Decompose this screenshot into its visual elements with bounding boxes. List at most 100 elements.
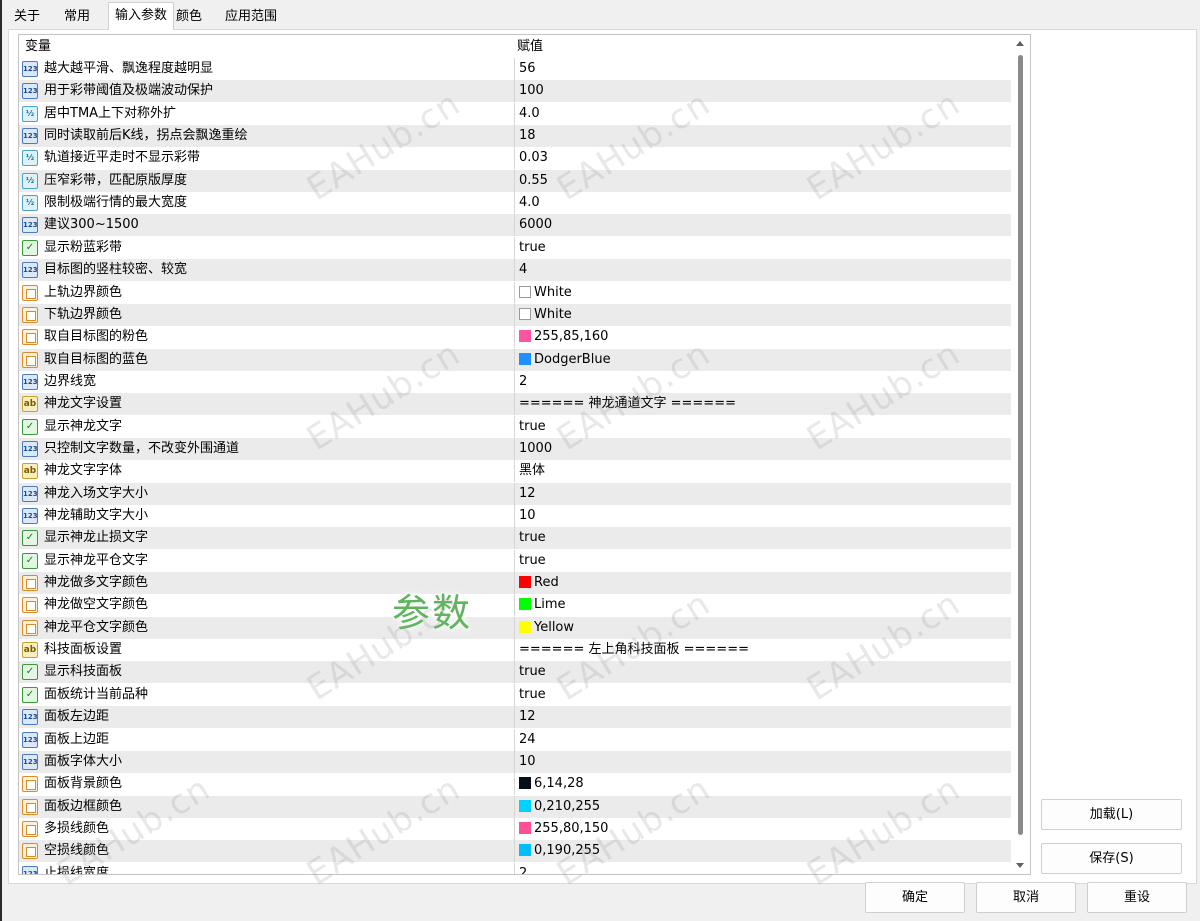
- table-row[interactable]: ab 神龙文字设置 ====== 神龙通道文字 ======: [19, 393, 1011, 416]
- row-value-cell[interactable]: true: [515, 237, 1011, 259]
- table-row[interactable]: 上轨边界颜色 White: [19, 281, 1011, 304]
- table-row[interactable]: ½ 压窄彩带，匹配原版厚度 0.55: [19, 169, 1011, 192]
- row-value-cell[interactable]: 6,14,28: [515, 773, 1011, 795]
- row-value-text: true: [519, 418, 546, 434]
- row-value-cell[interactable]: 黑体: [515, 460, 1011, 482]
- table-row[interactable]: 123 止损线宽度 2: [19, 862, 1011, 874]
- row-value-cell[interactable]: Red: [515, 572, 1011, 594]
- table-row[interactable]: 面板背景颜色 6,14,28: [19, 773, 1011, 796]
- row-variable-label: 显示粉蓝彩带: [44, 239, 123, 255]
- row-value-cell[interactable]: true: [515, 550, 1011, 572]
- boolean-type-icon: ✓: [22, 686, 38, 703]
- table-row[interactable]: ✓ 显示神龙文字 true: [19, 415, 1011, 438]
- table-row[interactable]: 123 目标图的竖柱较密、较宽 4: [19, 259, 1011, 282]
- tab-common[interactable]: 常用: [58, 6, 96, 28]
- row-value-cell[interactable]: 56: [515, 58, 1011, 80]
- row-value-cell[interactable]: 4.0: [515, 192, 1011, 214]
- table-row[interactable]: 空损线颜色 0,190,255: [19, 840, 1011, 863]
- row-value-cell[interactable]: 6000: [515, 214, 1011, 236]
- table-row[interactable]: ✓ 显示神龙平仓文字 true: [19, 549, 1011, 572]
- row-value-cell[interactable]: 2: [515, 863, 1011, 874]
- table-row[interactable]: ab 科技面板设置 ====== 左上角科技面板 ======: [19, 639, 1011, 662]
- row-value-cell[interactable]: DodgerBlue: [515, 349, 1011, 371]
- row-variable-cell: 下轨边界颜色: [19, 303, 515, 326]
- table-row[interactable]: ✓ 显示科技面板 true: [19, 661, 1011, 684]
- table-row[interactable]: ½ 轨道接近平走时不显示彩带 0.03: [19, 147, 1011, 170]
- row-value-cell[interactable]: 18: [515, 125, 1011, 147]
- table-row[interactable]: ½ 居中TMA上下对称外扩 4.0: [19, 102, 1011, 125]
- table-row[interactable]: 123 建议300~1500 6000: [19, 214, 1011, 237]
- table-row[interactable]: 123 边界线宽 2: [19, 370, 1011, 393]
- scroll-up-arrow-icon[interactable]: [1016, 41, 1024, 46]
- table-row[interactable]: 123 神龙入场文字大小 12: [19, 482, 1011, 505]
- table-row[interactable]: 123 越大越平滑、飘逸程度越明显 56: [19, 58, 1011, 80]
- row-value-cell[interactable]: 0.55: [515, 170, 1011, 192]
- color-type-icon-inner: [26, 579, 36, 590]
- row-value-cell[interactable]: 0.03: [515, 147, 1011, 169]
- color-swatch: [519, 307, 531, 320]
- reset-button[interactable]: 重设: [1087, 882, 1187, 913]
- row-value-cell[interactable]: White: [515, 282, 1011, 304]
- row-value-cell[interactable]: 12: [515, 483, 1011, 505]
- row-value-cell[interactable]: true: [515, 684, 1011, 706]
- row-value-cell[interactable]: 2: [515, 371, 1011, 393]
- row-value-cell[interactable]: ====== 神龙通道文字 ======: [515, 393, 1011, 415]
- row-value-cell[interactable]: ====== 左上角科技面板 ======: [515, 639, 1011, 661]
- table-row[interactable]: 面板边框颜色 0,210,255: [19, 795, 1011, 818]
- color-swatch: [519, 598, 531, 611]
- table-row[interactable]: 123 面板上边距 24: [19, 728, 1011, 751]
- vertical-scrollbar[interactable]: [1011, 35, 1030, 874]
- table-row[interactable]: 123 面板左边距 12: [19, 706, 1011, 729]
- table-row[interactable]: 多损线颜色 255,80,150: [19, 817, 1011, 840]
- row-value-cell[interactable]: 0,190,255: [515, 840, 1011, 862]
- row-value-cell[interactable]: true: [515, 527, 1011, 549]
- column-header-variable[interactable]: 变量: [19, 35, 51, 58]
- scroll-down-arrow-icon[interactable]: [1016, 863, 1024, 868]
- table-row[interactable]: 神龙平仓文字颜色 Yellow: [19, 616, 1011, 639]
- table-row[interactable]: 123 用于彩带阈值及极端波动保护 100: [19, 80, 1011, 103]
- tab-colors[interactable]: 颜色: [170, 6, 208, 28]
- row-variable-cell: ab 神龙文字设置: [19, 393, 515, 416]
- table-row[interactable]: 123 面板字体大小 10: [19, 750, 1011, 773]
- table-row[interactable]: 取自目标图的蓝色 DodgerBlue: [19, 348, 1011, 371]
- row-value-cell[interactable]: White: [515, 304, 1011, 326]
- cancel-button[interactable]: 取消: [976, 882, 1076, 913]
- tab-about[interactable]: 关于: [8, 6, 46, 28]
- row-value-cell[interactable]: Lime: [515, 594, 1011, 616]
- table-row[interactable]: 神龙做多文字颜色 Red: [19, 572, 1011, 595]
- table-row[interactable]: ab 神龙文字字体 黑体: [19, 460, 1011, 483]
- table-row[interactable]: ✓ 面板统计当前品种 true: [19, 683, 1011, 706]
- row-value-cell[interactable]: 100: [515, 80, 1011, 102]
- row-value-cell[interactable]: 10: [515, 505, 1011, 527]
- scrollbar-thumb[interactable]: [1018, 55, 1023, 835]
- table-row[interactable]: 123 同时读取前后K线，拐点会飘逸重绘 18: [19, 125, 1011, 148]
- row-value-cell[interactable]: 24: [515, 729, 1011, 751]
- table-row[interactable]: ✓ 显示粉蓝彩带 true: [19, 236, 1011, 259]
- row-value-cell[interactable]: 4.0: [515, 103, 1011, 125]
- ok-button[interactable]: 确定: [865, 882, 965, 913]
- column-header-value[interactable]: 赋值: [511, 35, 543, 58]
- row-value-cell[interactable]: 255,80,150: [515, 818, 1011, 840]
- row-value-cell[interactable]: Yellow: [515, 617, 1011, 639]
- table-row[interactable]: 下轨边界颜色 White: [19, 303, 1011, 326]
- row-value-cell[interactable]: true: [515, 416, 1011, 438]
- row-value-cell[interactable]: 4: [515, 259, 1011, 281]
- save-button[interactable]: 保存(S): [1041, 843, 1182, 874]
- table-row[interactable]: ✓ 显示神龙止损文字 true: [19, 527, 1011, 550]
- row-variable-cell: 123 目标图的竖柱较密、较宽: [19, 259, 515, 282]
- table-row[interactable]: ½ 限制极端行情的最大宽度 4.0: [19, 192, 1011, 215]
- row-value-cell[interactable]: true: [515, 661, 1011, 683]
- row-value-cell[interactable]: 255,85,160: [515, 326, 1011, 348]
- row-value-cell[interactable]: 10: [515, 751, 1011, 773]
- row-value-cell[interactable]: 0,210,255: [515, 796, 1011, 818]
- table-row[interactable]: 123 只控制文字数量，不改变外围通道 1000: [19, 437, 1011, 460]
- table-row[interactable]: 取自目标图的粉色 255,85,160: [19, 326, 1011, 349]
- tab-inputs[interactable]: 输入参数: [108, 2, 175, 30]
- table-row[interactable]: 神龙做空文字颜色 Lime: [19, 594, 1011, 617]
- row-value-cell[interactable]: 1000: [515, 438, 1011, 460]
- row-value-cell[interactable]: 12: [515, 706, 1011, 728]
- row-value-text: 0.55: [519, 172, 548, 188]
- table-row[interactable]: 123 神龙辅助文字大小 10: [19, 505, 1011, 527]
- tab-application-scope[interactable]: 应用范围: [219, 6, 283, 28]
- load-button[interactable]: 加载(L): [1041, 799, 1182, 830]
